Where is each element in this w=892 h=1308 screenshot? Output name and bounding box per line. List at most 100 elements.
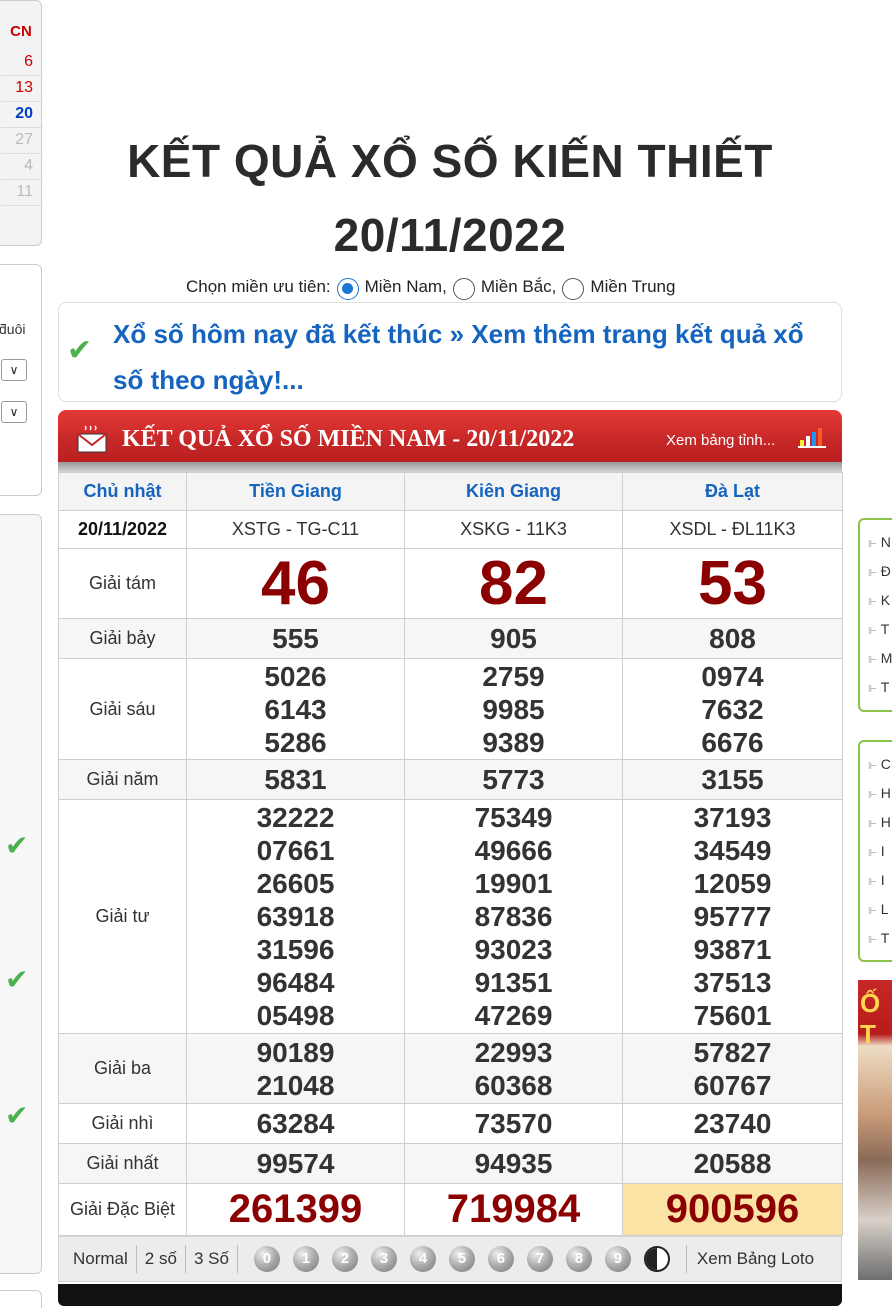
yin-yang-icon[interactable]	[643, 1246, 670, 1272]
filter-select[interactable]: ∨	[1, 359, 27, 381]
draw-date: 20/11/2022	[58, 510, 187, 549]
prize-number: 07661	[256, 835, 335, 866]
prize-number: 46	[186, 548, 405, 619]
view-loto-table-link[interactable]: Xem Bảng Loto	[685, 1245, 814, 1273]
radio-mien-trung[interactable]	[562, 278, 585, 300]
prize-row-g5: Giải năm 5831 5773 3155	[58, 759, 843, 800]
view-province-table-link[interactable]: Xem bảng tỉnh...	[666, 432, 775, 449]
digit-button[interactable]: 8	[565, 1246, 592, 1272]
display-toolbar: Normal 2 số 3 Số 0 1 2 3 4 5 6 7 8 9 Xem…	[58, 1236, 842, 1282]
prize-label: Giải sáu	[58, 658, 187, 760]
header-province[interactable]: Tiền Giang	[186, 472, 405, 511]
calendar-day[interactable]: 13	[15, 79, 33, 97]
calendar-day[interactable]: 4	[24, 157, 33, 175]
radio-label[interactable]: Miền Bắc,	[481, 277, 557, 297]
code-row: 20/11/2022 XSTG - TG-C11 XSKG - 11K3 XSD…	[58, 510, 843, 549]
prize-number: 57827	[693, 1036, 772, 1068]
right-link[interactable]: ⊩ T	[868, 679, 889, 695]
left-checklist-box: ✔ ✔ ✔	[0, 514, 42, 1274]
filter-select[interactable]: ∨	[1, 401, 27, 423]
right-link[interactable]: ⊩ T	[868, 930, 889, 946]
prize-number: 99574	[186, 1143, 405, 1184]
digit-button[interactable]: 2	[331, 1246, 358, 1272]
prize-number: 19901	[474, 868, 553, 899]
prize-number: 37513	[693, 967, 772, 998]
digit-button[interactable]: 4	[409, 1246, 436, 1272]
chart-icon[interactable]	[798, 426, 826, 448]
digit-button[interactable]: 0	[253, 1246, 280, 1272]
mode-3-digit-button[interactable]: 3 Số	[186, 1245, 238, 1273]
prize-row-g2: Giải nhì 63284 73570 23740	[58, 1103, 843, 1144]
prize-cell: 2759 9985 9389	[404, 658, 623, 760]
special-prize-number: 900596	[622, 1183, 843, 1236]
right-link[interactable]: ⊩ C	[868, 756, 891, 772]
calendar-day[interactable]: 11	[16, 183, 33, 201]
prize-number: 37193	[693, 802, 772, 833]
prize-label: Giải năm	[58, 759, 187, 800]
right-link[interactable]: ⊩ M	[868, 650, 892, 666]
right-ad-photo[interactable]: Ố T	[858, 980, 892, 1280]
calendar-day[interactable]: 6	[24, 53, 33, 71]
calendar-header-sunday: CN	[10, 23, 32, 40]
digit-button[interactable]: 3	[370, 1246, 397, 1272]
header-province[interactable]: Đà Lạt	[622, 472, 843, 511]
prize-cell: 0974 7632 6676	[622, 658, 843, 760]
right-link[interactable]: ⊩ Đ	[868, 563, 891, 579]
digit-button[interactable]: 5	[448, 1246, 475, 1272]
right-link[interactable]: ⊩ H	[868, 785, 891, 801]
prize-number: 905	[404, 618, 623, 659]
right-link[interactable]: ⊩ H	[868, 814, 891, 830]
prize-row-g3: Giải ba 90189 21048 22993 60368 57827 60…	[58, 1033, 843, 1104]
radio-label[interactable]: Miền Nam,	[365, 277, 447, 297]
digit-button[interactable]: 7	[526, 1246, 553, 1272]
calendar-day-current[interactable]: 20	[15, 105, 33, 123]
prize-row-g6: Giải sáu 5026 6143 5286 2759 9985 9389 0…	[58, 658, 843, 760]
prize-number: 75349	[474, 802, 553, 833]
header-province[interactable]: Kiên Giang	[404, 472, 623, 511]
prize-number: 63918	[256, 901, 335, 932]
mode-normal-button[interactable]: Normal	[59, 1245, 137, 1273]
prize-number: 90189	[256, 1036, 335, 1068]
prize-row-special: Giải Đặc Biệt 261399 719984 900596	[58, 1183, 843, 1236]
prize-number: 63284	[186, 1103, 405, 1144]
prize-number: 20588	[622, 1143, 843, 1184]
right-link[interactable]: ⊩ I	[868, 872, 885, 888]
prize-number: 31596	[256, 934, 335, 965]
prize-row-g4: Giải tư 32222 07661 26605 63918 31596 96…	[58, 799, 843, 1034]
radio-mien-bac[interactable]	[452, 278, 475, 300]
ticket-code: XSDL - ĐL11K3	[622, 510, 843, 549]
right-link[interactable]: ⊩ K	[868, 592, 890, 608]
prize-cell: 5026 6143 5286	[186, 658, 405, 760]
digit-button[interactable]: 1	[292, 1246, 319, 1272]
prize-cell: 32222 07661 26605 63918 31596 96484 0549…	[186, 799, 405, 1034]
radio-mien-nam[interactable]	[336, 278, 359, 300]
prize-number: 9389	[482, 726, 545, 758]
prize-cell: 22993 60368	[404, 1033, 623, 1104]
digit-button[interactable]: 6	[487, 1246, 514, 1272]
panel-header: KẾT QUẢ XỔ SỐ MIỀN NAM - 20/11/2022 Xem …	[58, 410, 842, 470]
notice-link[interactable]: Xổ số hôm nay đã kết thúc » Xem thêm tra…	[113, 311, 833, 403]
right-link[interactable]: ⊩ L	[868, 901, 889, 917]
prize-label: Giải bảy	[58, 618, 187, 659]
mail-icon	[77, 425, 107, 453]
prize-number: 555	[186, 618, 405, 659]
calendar-day[interactable]: 27	[15, 131, 33, 149]
digit-button[interactable]: 9	[604, 1246, 631, 1272]
results-table: Chủ nhật Tiền Giang Kiên Giang Đà Lạt 20…	[58, 472, 843, 1236]
prize-cell: 37193 34549 12059 95777 93871 37513 7560…	[622, 799, 843, 1034]
prize-number: 26605	[256, 868, 335, 899]
ad-photo-text: Ố T	[860, 988, 881, 1049]
prize-number: 3155	[622, 759, 843, 800]
left-filter-box: ƌuôi ∨ ∨	[0, 264, 42, 496]
right-link[interactable]: ⊩ I	[868, 843, 885, 859]
right-links-box-1: ⊩ N ⊩ Đ ⊩ K ⊩ T ⊩ M ⊩ T	[858, 518, 892, 712]
prize-cell: 75349 49666 19901 87836 93023 91351 4726…	[404, 799, 623, 1034]
mode-2-digit-button[interactable]: 2 số	[137, 1245, 186, 1273]
radio-label[interactable]: Miền Trung	[590, 277, 675, 297]
prize-number: 5773	[404, 759, 623, 800]
prize-number: 2759	[482, 660, 545, 692]
right-link[interactable]: ⊩ T	[868, 621, 889, 637]
right-link[interactable]: ⊩ N	[868, 534, 891, 550]
prize-number: 21048	[256, 1069, 335, 1101]
prize-cell: 90189 21048	[186, 1033, 405, 1104]
